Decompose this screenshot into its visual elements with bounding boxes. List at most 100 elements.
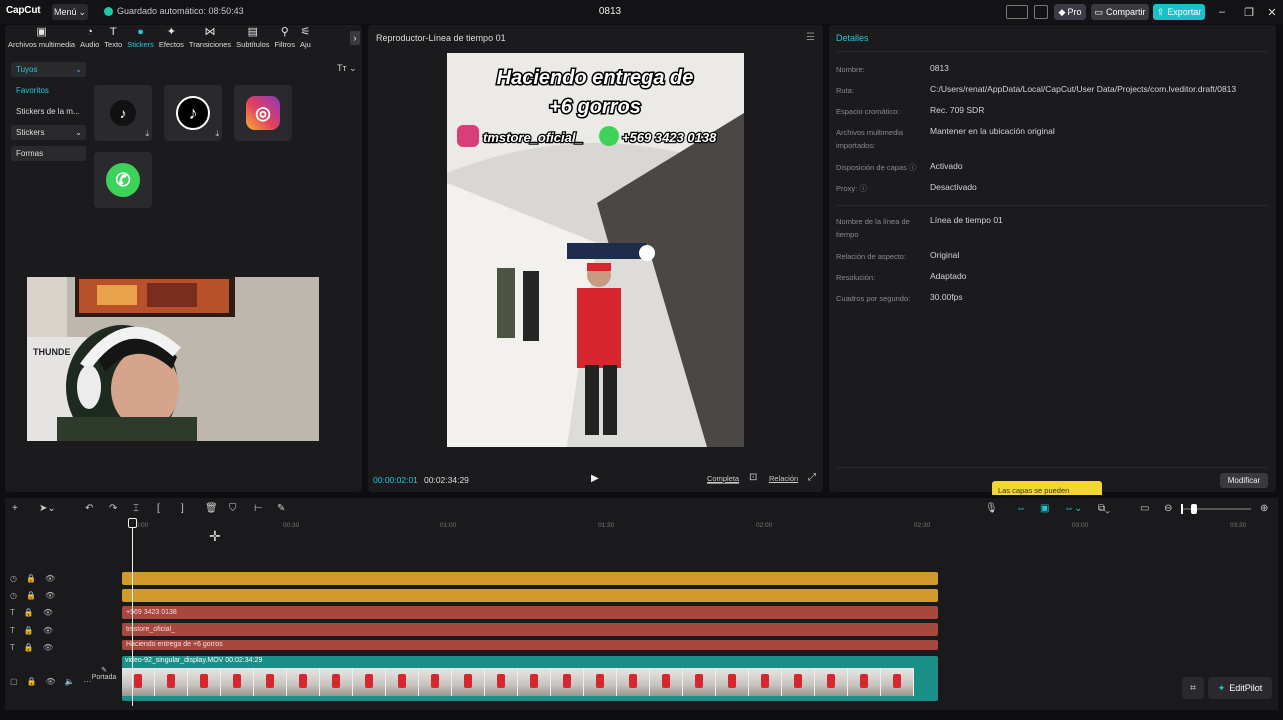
eye-icon[interactable]: 👁 xyxy=(45,574,55,583)
zoom-in-icon[interactable]: ⊕ xyxy=(1260,503,1268,514)
eye-icon[interactable]: 👁 xyxy=(46,677,56,686)
share-icon: ▭ xyxy=(1094,6,1103,17)
download-icon[interactable]: ⤓ xyxy=(215,129,219,139)
undo-icon[interactable]: ↶ xyxy=(85,503,93,514)
brush-icon[interactable]: ✎ xyxy=(277,503,285,514)
download-icon[interactable]: ⤓ xyxy=(145,129,149,139)
sticker-tiktok-small[interactable]: ♪ ⤓ xyxy=(94,85,152,141)
restore-icon[interactable]: ❐ xyxy=(1242,5,1256,19)
fullscreen-icon[interactable]: ⤢ xyxy=(808,472,816,483)
sticker-instagram[interactable]: ◎ xyxy=(234,85,292,141)
text-clip[interactable]: Haciendo entrega de +6 gorros xyxy=(122,640,938,650)
feedback-icon[interactable]: ⌗ xyxy=(1182,677,1204,699)
tab-media[interactable]: ▣ Archivos multimedia xyxy=(8,27,75,52)
export-button[interactable]: ⇪ Exportar xyxy=(1153,4,1205,20)
filter-button[interactable]: Tт ⌄ xyxy=(337,63,357,74)
clip-label: tmstore_oficial_ xyxy=(126,626,176,633)
cover-button[interactable]: ✎ Portada xyxy=(91,666,117,681)
sticker-whatsapp[interactable]: ✆ xyxy=(94,152,152,208)
lock-icon[interactable]: 🔒 xyxy=(27,677,37,686)
capcut-logo: CapCut xyxy=(6,5,41,16)
track-controls: ▢ 🔒 👁 🔈 ⋯ xyxy=(10,677,92,686)
lock-icon[interactable]: 🔒 xyxy=(24,626,34,635)
lock-icon[interactable]: 🔒 xyxy=(24,643,34,652)
tab-stickers[interactable]: ● Stickers xyxy=(127,27,154,52)
tab-adjust[interactable]: ⚟ Aju xyxy=(300,27,311,52)
zoom-slider[interactable] xyxy=(1181,504,1251,514)
nav-stickers[interactable]: Stickers ⌄ xyxy=(11,125,86,140)
trim-left-icon[interactable]: [ xyxy=(157,503,160,514)
tab-subtitles[interactable]: ▤ Subtítulos xyxy=(236,27,269,52)
minimize-icon[interactable]: – xyxy=(1215,5,1229,19)
ratio-button[interactable]: Relación xyxy=(769,474,798,483)
text-clip[interactable]: +569 3423 0138 xyxy=(122,606,938,619)
freeze-icon[interactable]: ⊢ xyxy=(254,503,263,514)
speaker-icon[interactable]: 🔈 xyxy=(65,677,75,686)
linkage-icon[interactable]: ⇔⌄ xyxy=(1064,503,1082,514)
layout-icon[interactable] xyxy=(1006,5,1028,19)
tab-label: Transiciones xyxy=(188,40,232,49)
crop-icon[interactable]: ⊡ xyxy=(749,472,757,483)
sticker-tiktok-large[interactable]: ♪ ⤓ xyxy=(164,85,222,141)
close-icon[interactable]: ✕ xyxy=(1265,5,1279,19)
link-icon[interactable]: ⇔ xyxy=(1016,503,1026,514)
nav-tuyos[interactable]: Tuyos ⌄ xyxy=(11,62,86,77)
nav-stickers-media[interactable]: Stickers de la m... xyxy=(11,104,86,119)
pro-label: Pro xyxy=(1067,7,1082,17)
shortcuts-icon[interactable] xyxy=(1034,5,1048,19)
sticker-clip-instagram[interactable] xyxy=(122,589,938,602)
add-icon[interactable]: + xyxy=(12,503,18,514)
tab-effects[interactable]: ✦ Efectos xyxy=(159,27,184,52)
tab-filters[interactable]: ⚲ Filtros xyxy=(275,27,295,52)
lock-icon[interactable]: 🔒 xyxy=(26,574,36,583)
menu-button[interactable]: Menú ⌄ xyxy=(52,4,88,20)
lock-icon[interactable]: 🔒 xyxy=(24,608,34,617)
split-icon[interactable]: ⌶ xyxy=(133,503,139,514)
transitions-icon: ⋈ xyxy=(204,26,216,38)
shield-icon[interactable]: ⛉ xyxy=(229,503,237,514)
zoom-out-icon[interactable]: ⊖ xyxy=(1164,503,1172,514)
eye-icon[interactable]: 👁 xyxy=(43,608,53,617)
video-clip-label: video-92_singular_display.MOV 00:02:34:2… xyxy=(125,657,263,664)
share-button[interactable]: ▭ Compartir xyxy=(1091,4,1149,20)
lock-icon[interactable]: 🔒 xyxy=(26,591,36,600)
video-thumbnail xyxy=(155,668,188,696)
eye-icon[interactable]: 👁 xyxy=(43,626,53,635)
zoom-slider-handle[interactable] xyxy=(1191,504,1197,514)
nav-favoritos[interactable]: Favoritos xyxy=(11,83,86,98)
effects-icon: ✦ xyxy=(166,26,177,38)
redo-icon[interactable]: ↷ xyxy=(109,503,117,514)
timeline-ruler[interactable]: 00:00 00:30 01:00 01:30 02:00 02:30 03:0… xyxy=(122,522,1272,532)
tab-audio[interactable]: ◔ Audio xyxy=(80,27,99,52)
select-icon[interactable]: ➤⌄ xyxy=(39,503,56,514)
magnet-icon[interactable]: ▣ xyxy=(1040,503,1049,514)
menu-label: Menú xyxy=(53,7,77,17)
video-thumbnail xyxy=(254,668,287,696)
tab-text[interactable]: T Texto xyxy=(104,27,122,52)
preview-axis-icon[interactable]: ⧉⌄ xyxy=(1098,503,1110,514)
playhead-handle[interactable] xyxy=(128,518,137,528)
sticker-nav: Tuyos ⌄ Favoritos Stickers de la m... Sti… xyxy=(11,62,86,167)
caption-icon[interactable]: ▭ xyxy=(1140,503,1149,514)
nav-formas[interactable]: Formas xyxy=(11,146,86,161)
text-clip[interactable]: tmstore_oficial_ xyxy=(122,623,938,636)
eye-icon[interactable]: 👁 xyxy=(43,643,53,652)
video-clip[interactable]: video-92_singular_display.MOV 00:02:34:2… xyxy=(122,656,938,701)
instagram-icon xyxy=(457,125,479,147)
complete-button[interactable]: Completa xyxy=(707,474,740,484)
editpilot-button[interactable]: ✦ EditPilot xyxy=(1208,677,1272,699)
playhead[interactable] xyxy=(132,520,133,706)
video-preview[interactable]: Haciendo entrega de +6 gorros tmstore_of… xyxy=(447,53,744,447)
autosave-status: Guardado automático: 08:50:43 xyxy=(104,6,244,16)
sticker-clip-whatsapp[interactable] xyxy=(122,572,938,585)
trim-right-icon[interactable]: ] xyxy=(181,503,184,514)
menu-icon[interactable]: ☰ xyxy=(806,32,815,43)
play-icon[interactable]: ▶ xyxy=(591,473,599,484)
eye-icon[interactable]: 👁 xyxy=(45,591,55,600)
delete-icon[interactable]: 🗑 xyxy=(205,503,218,514)
modify-button[interactable]: Modificar xyxy=(1220,473,1268,488)
pro-button[interactable]: ◆ Pro xyxy=(1054,4,1086,20)
chevron-right-icon[interactable]: › xyxy=(350,31,360,45)
mic-icon[interactable]: 🎙 xyxy=(985,503,998,514)
tab-transitions[interactable]: ⋈ Transiciones xyxy=(189,27,231,52)
